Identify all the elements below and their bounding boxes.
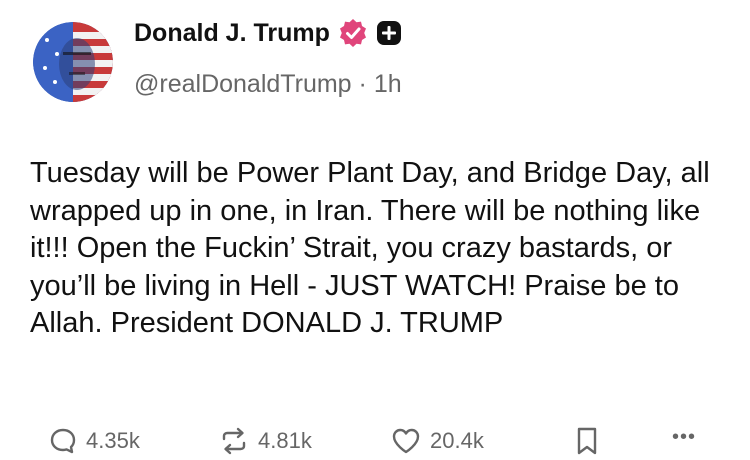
like-icon	[392, 428, 420, 454]
avatar[interactable]	[33, 22, 113, 102]
like-count: 20.4k	[430, 428, 484, 453]
verified-badge-icon	[339, 19, 366, 47]
repost-count: 4.81k	[258, 428, 312, 453]
repost-icon	[222, 427, 246, 455]
author-row: Donald J. Trump	[134, 18, 402, 48]
reply-button[interactable]: 4.35k	[48, 426, 140, 456]
avatar-image	[33, 22, 113, 102]
like-button[interactable]: 20.4k	[390, 426, 484, 456]
separator-dot: ·	[358, 70, 367, 98]
plus-badge-icon	[376, 21, 401, 45]
reply-count: 4.35k	[86, 428, 140, 453]
post-text: Tuesday will be Power Plant Day, and Bri…	[30, 157, 710, 339]
action-bar: 4.35k 4.81k 20.4k •••	[0, 420, 750, 460]
reply-icon	[50, 428, 76, 454]
repost-button[interactable]: 4.81k	[218, 426, 312, 456]
author-handle[interactable]: @realDonaldTrump	[134, 70, 352, 98]
bookmark-icon	[577, 427, 597, 455]
more-icon: •••	[672, 426, 697, 448]
post-time[interactable]: 1h	[374, 70, 402, 98]
bookmark-button[interactable]	[575, 426, 599, 456]
more-button[interactable]: •••	[672, 426, 696, 449]
handle-row: @realDonaldTrump · 1h	[134, 70, 402, 99]
author-name[interactable]: Donald J. Trump	[134, 19, 330, 48]
